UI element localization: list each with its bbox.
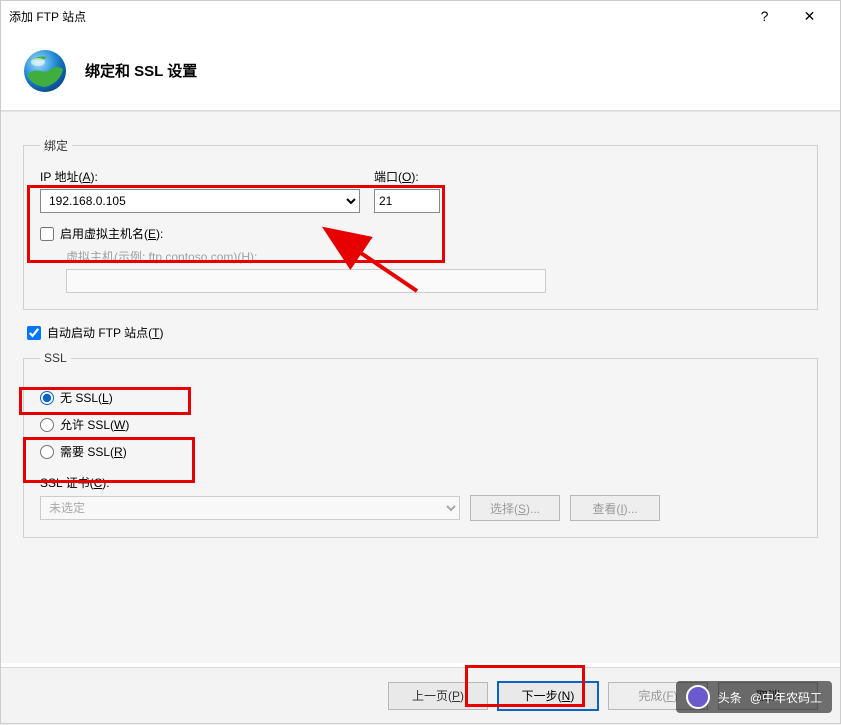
ssl-allow-label: 允许 SSL(W) xyxy=(60,416,129,433)
content-area: 绑定 IP 地址(A): 192.168.0.105 端口(O): xyxy=(1,111,840,663)
virtual-host-hint: 虚拟主机(示例: ftp.contoso.com)(H): xyxy=(66,248,801,265)
port-label: 端口(O): xyxy=(374,168,440,185)
binding-group: 绑定 IP 地址(A): 192.168.0.105 端口(O): xyxy=(23,137,818,310)
ssl-none-label: 无 SSL(L) xyxy=(60,389,113,406)
auto-start-label: 自动启动 FTP 站点(T) xyxy=(47,324,163,341)
dialog-window: 添加 FTP 站点 ? ✕ 绑定和 SSL 设置 xyxy=(0,0,841,724)
ssl-allow-radio[interactable] xyxy=(40,418,54,432)
help-button[interactable]: ? xyxy=(742,2,787,30)
watermark: 头条 @中年农码工 xyxy=(676,681,832,713)
enable-virtual-host-checkbox[interactable] xyxy=(40,227,54,241)
virtual-host-input xyxy=(66,269,546,293)
close-button[interactable]: ✕ xyxy=(787,2,832,30)
ssl-group: SSL 无 SSL(L) 允许 SSL(W) 需要 SSL(R) xyxy=(23,351,818,538)
port-input[interactable] xyxy=(374,189,440,213)
watermark-author: @中年农码工 xyxy=(750,689,822,706)
select-cert-button: 选择(S)... xyxy=(470,495,560,521)
auto-start-checkbox[interactable] xyxy=(27,326,41,340)
page-title: 绑定和 SSL 设置 xyxy=(85,60,197,81)
ip-address-label: IP 地址(A): xyxy=(40,168,360,185)
window-title: 添加 FTP 站点 xyxy=(9,8,742,25)
globe-icon xyxy=(21,47,69,95)
ssl-cert-select[interactable]: 未选定 xyxy=(40,496,460,520)
previous-button[interactable]: 上一页(P) xyxy=(388,682,488,710)
ip-address-select[interactable]: 192.168.0.105 xyxy=(40,189,360,213)
next-button[interactable]: 下一步(N) xyxy=(498,682,598,710)
ssl-require-label: 需要 SSL(R) xyxy=(60,443,127,460)
header: 绑定和 SSL 设置 xyxy=(1,31,840,111)
ssl-legend: SSL xyxy=(40,351,71,365)
avatar-icon xyxy=(686,685,710,709)
enable-virtual-host-label: 启用虚拟主机名(E): xyxy=(60,225,163,242)
ssl-cert-label: SSL 证书(C): xyxy=(40,474,801,491)
watermark-prefix: 头条 xyxy=(718,689,742,706)
binding-legend: 绑定 xyxy=(40,137,72,154)
view-cert-button: 查看(I)... xyxy=(570,495,660,521)
ssl-require-radio[interactable] xyxy=(40,445,54,459)
ssl-none-radio[interactable] xyxy=(40,391,54,405)
titlebar: 添加 FTP 站点 ? ✕ xyxy=(1,1,840,31)
